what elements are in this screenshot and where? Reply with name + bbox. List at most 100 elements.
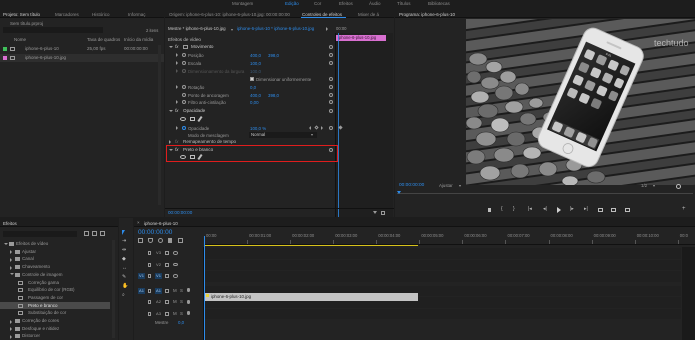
- program-scrubber[interactable]: [397, 193, 693, 197]
- master-volume-value[interactable]: 0,0: [178, 320, 184, 325]
- eye-icon[interactable]: [173, 262, 178, 266]
- ripple-edit-tool-icon[interactable]: ⇹: [122, 248, 126, 253]
- opacity-value[interactable]: 100,0 %: [250, 126, 266, 131]
- effect-controls-timecode[interactable]: 00:00:00:00: [168, 210, 192, 216]
- wrench-icon[interactable]: [676, 184, 681, 189]
- fx-badge[interactable]: fx: [175, 108, 178, 113]
- anchor-x-value[interactable]: 400,0: [250, 93, 261, 98]
- effects-tree-item[interactable]: Distorcer: [0, 332, 110, 340]
- tab-project[interactable]: Projeto: Sem título: [3, 12, 40, 17]
- table-row[interactable]: iphone-6-plus-10.jpg: [0, 54, 164, 62]
- table-row[interactable]: iphone-6-plus-10 25,00 fps 00:00:00:00: [0, 45, 164, 53]
- lock-icon[interactable]: [148, 300, 151, 304]
- eye-icon[interactable]: [173, 274, 178, 278]
- nest-icon[interactable]: [138, 238, 143, 243]
- pen-tool-icon[interactable]: ✎: [122, 275, 126, 280]
- track-lane[interactable]: [205, 271, 681, 282]
- play-icon[interactable]: [326, 27, 328, 31]
- ellipse-mask-icon[interactable]: [180, 117, 186, 121]
- master-track-header[interactable]: Mestre 0,0: [134, 320, 204, 328]
- timeline-timecode[interactable]: 00:00:00:00: [138, 229, 172, 237]
- col-name[interactable]: Nome: [14, 37, 26, 43]
- ratio-dropdown[interactable]: 1/2: [639, 183, 659, 189]
- effects-tree-item[interactable]: Ajustar: [0, 248, 110, 256]
- lock-icon[interactable]: [148, 274, 151, 278]
- work-area-bar[interactable]: [204, 245, 418, 246]
- menu-audio[interactable]: Áudio: [369, 1, 381, 7]
- menu-edicao[interactable]: Edição: [285, 1, 299, 7]
- fx-badge[interactable]: fx: [175, 147, 178, 152]
- sync-lock-icon[interactable]: [165, 251, 169, 255]
- pen-mask-icon[interactable]: [197, 115, 203, 123]
- col-start[interactable]: Início da mídia: [124, 37, 153, 43]
- mute-button[interactable]: M: [173, 311, 177, 316]
- solo-button[interactable]: S: [180, 288, 183, 293]
- expand-arrow-icon[interactable]: [169, 149, 173, 151]
- tab-markers[interactable]: Marcadores: [55, 12, 79, 17]
- playhead-marker[interactable]: [397, 191, 401, 194]
- mark-out-icon[interactable]: }: [513, 207, 515, 212]
- expand-arrow-icon[interactable]: [169, 110, 173, 112]
- stopwatch-icon[interactable]: [182, 53, 186, 57]
- col-rate[interactable]: Taxa de quadros: [87, 37, 120, 43]
- sync-lock-icon[interactable]: [165, 262, 169, 267]
- lock-icon[interactable]: [148, 262, 151, 267]
- effects-tree-item[interactable]: Chaveamento: [0, 263, 110, 271]
- filter-icon[interactable]: [373, 211, 377, 214]
- uniform-scale-checkbox[interactable]: [250, 77, 254, 81]
- marker-icon[interactable]: [488, 208, 491, 212]
- mute-button[interactable]: M: [173, 288, 177, 293]
- track-header[interactable]: A3 M S: [134, 309, 204, 320]
- rectangle-mask-icon[interactable]: [190, 155, 195, 159]
- collapse-arrow-icon[interactable]: [10, 250, 12, 255]
- collapse-arrow-icon[interactable]: [10, 334, 12, 339]
- reset-icon[interactable]: [329, 148, 333, 152]
- slip-tool-icon[interactable]: ↔: [122, 266, 127, 271]
- effects-scrollbar[interactable]: [112, 240, 115, 338]
- collapse-arrow-icon[interactable]: [10, 327, 12, 332]
- position-y-value[interactable]: 398,0: [268, 53, 279, 58]
- reset-icon[interactable]: [329, 53, 333, 57]
- menu-efeitos[interactable]: Efeitos: [339, 1, 353, 7]
- source-patch-button[interactable]: A1: [138, 287, 145, 294]
- rectangle-mask-icon[interactable]: [190, 117, 195, 121]
- track-header[interactable]: A2 M S: [134, 297, 204, 308]
- track-lane[interactable]: [205, 259, 681, 270]
- eye-icon[interactable]: [173, 251, 178, 255]
- effects-tree-item[interactable]: Equilíbrio de cor (RGB): [0, 286, 110, 294]
- reset-icon[interactable]: [329, 126, 333, 130]
- expand-arrow-icon[interactable]: [4, 242, 8, 245]
- sync-lock-icon[interactable]: [165, 288, 169, 293]
- collapse-arrow-icon[interactable]: [10, 265, 12, 270]
- effects-tree-item[interactable]: Efeitos de vídeo: [0, 240, 110, 248]
- collapse-arrow-icon[interactable]: [10, 319, 12, 324]
- insert-icon[interactable]: [598, 208, 603, 212]
- effects-tree-item[interactable]: Desfoque e nitidez: [0, 325, 110, 333]
- search-input[interactable]: [3, 27, 103, 33]
- sync-lock-icon[interactable]: [165, 311, 169, 316]
- lock-icon[interactable]: [148, 288, 151, 293]
- tab-info[interactable]: Informaç: [128, 12, 146, 17]
- step-forward-icon[interactable]: |▸: [570, 207, 574, 212]
- source-patch-button[interactable]: V1: [138, 273, 145, 279]
- accelerated-icon[interactable]: [84, 231, 89, 236]
- zoom-tool-icon[interactable]: ⌕: [122, 293, 125, 298]
- reset-icon[interactable]: [329, 45, 333, 49]
- effects-tree-item[interactable]: Correção de cores: [0, 317, 110, 325]
- track-name-label[interactable]: A2: [155, 299, 162, 305]
- hand-tool-icon[interactable]: ✋: [122, 284, 128, 289]
- project-scrollbar[interactable]: [158, 45, 161, 205]
- linked-selection-icon[interactable]: [158, 238, 163, 243]
- track-name-label[interactable]: V1: [155, 273, 162, 279]
- effects-tree-item[interactable]: Passagem de cor: [0, 294, 110, 302]
- microphone-icon[interactable]: [187, 311, 190, 315]
- track-lane[interactable]: [205, 308, 681, 319]
- timeline-settings-icon[interactable]: [178, 238, 183, 243]
- step-back-icon[interactable]: ◂|: [543, 207, 547, 212]
- collapse-arrow-icon[interactable]: [10, 257, 12, 262]
- close-icon[interactable]: ×: [137, 220, 140, 225]
- expand-arrow-icon[interactable]: [176, 100, 178, 104]
- yuv-icon[interactable]: [100, 231, 105, 236]
- track-header[interactable]: V3: [134, 248, 204, 259]
- selection-tool-icon[interactable]: [122, 230, 125, 235]
